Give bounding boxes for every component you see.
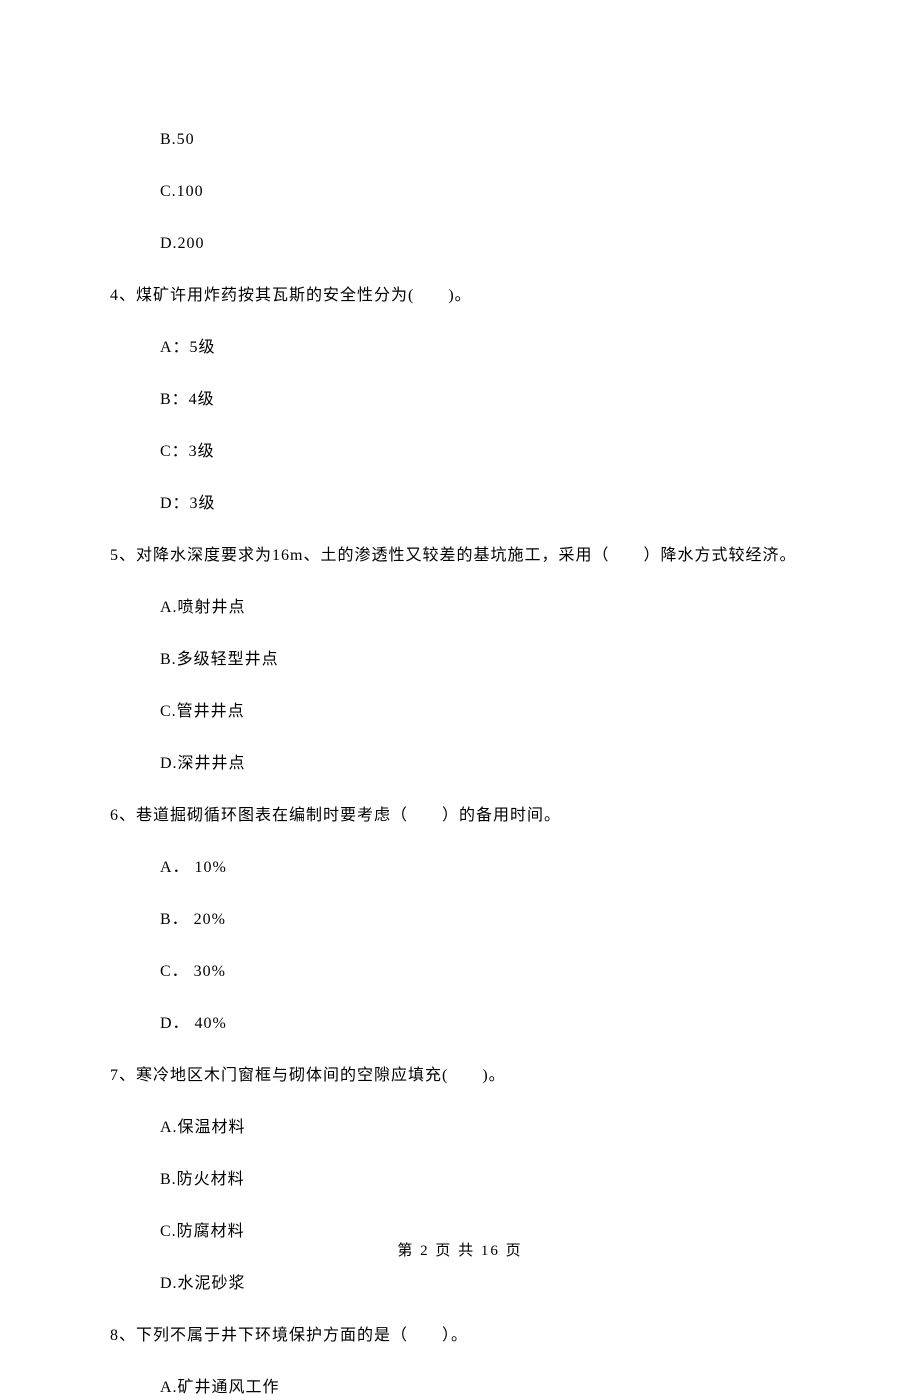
q5-option-a: A.喷射井点 [160,596,810,620]
q3-option-b: B.50 [160,128,810,152]
q3-option-c: C.100 [160,180,810,204]
q8-option-a: A.矿井通风工作 [160,1376,810,1400]
q7-text: 7、寒冷地区木门窗框与砌体间的空隙应填充( )。 [110,1064,810,1088]
q4-option-c: C：3级 [160,440,810,464]
q6-option-a: A． 10% [160,856,810,880]
q5-option-c: C.管井井点 [160,700,810,724]
q6-option-c: C． 30% [160,960,810,984]
q4-option-b: B：4级 [160,388,810,412]
page-content: B.50 C.100 D.200 4、煤矿许用炸药按其瓦斯的安全性分为( )。 … [0,0,920,1400]
q7-option-a: A.保温材料 [160,1116,810,1140]
q5-text: 5、对降水深度要求为16m、土的渗透性又较差的基坑施工，采用（ ）降水方式较经济… [110,544,810,568]
q3-option-d: D.200 [160,232,810,256]
q5-option-b: B.多级轻型井点 [160,648,810,672]
q4-option-d: D：3级 [160,492,810,516]
q6-option-b: B． 20% [160,908,810,932]
q7-option-d: D.水泥砂浆 [160,1272,810,1296]
q4-text: 4、煤矿许用炸药按其瓦斯的安全性分为( )。 [110,284,810,308]
q6-text: 6、巷道掘砌循环图表在编制时要考虑（ ）的备用时间。 [110,804,810,828]
q6-option-d: D． 40% [160,1012,810,1036]
q8-text: 8、下列不属于井下环境保护方面的是（ ）。 [110,1324,810,1348]
page-footer: 第 2 页 共 16 页 [0,1240,920,1263]
q5-option-d: D.深井井点 [160,752,810,776]
q7-option-b: B.防火材料 [160,1168,810,1192]
q4-option-a: A：5级 [160,336,810,360]
